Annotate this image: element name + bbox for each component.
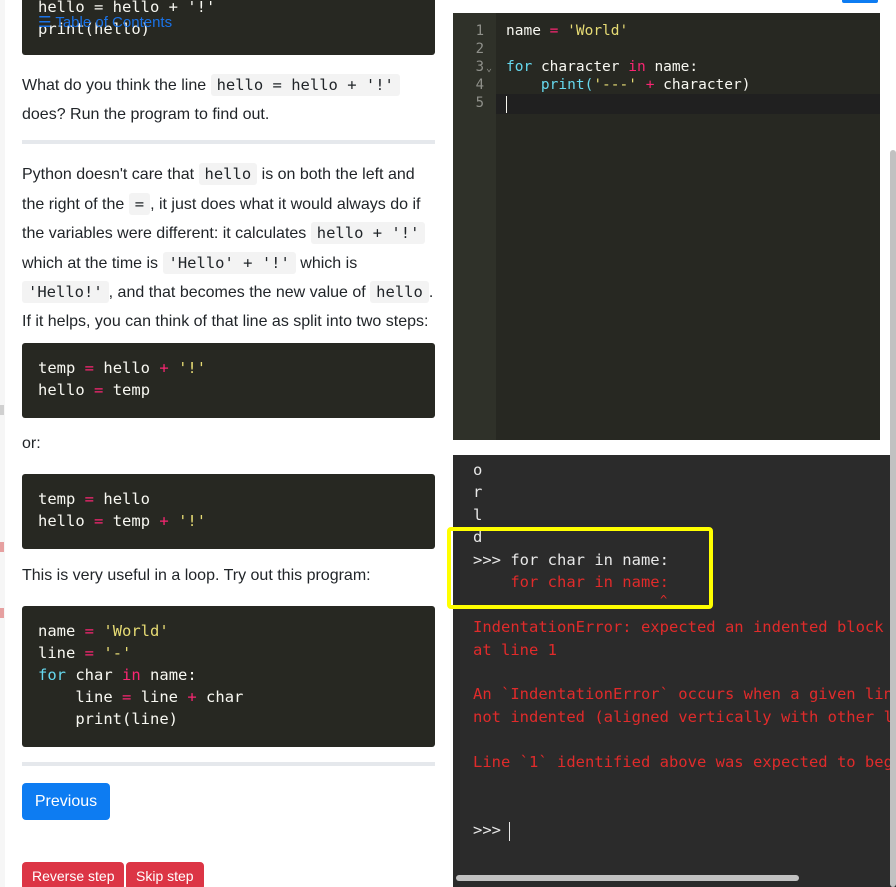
editor-line: for character in name:	[506, 59, 699, 75]
reverse-step-button[interactable]: Reverse step	[22, 862, 125, 887]
console-cursor	[509, 822, 510, 841]
inline-code: hello	[370, 281, 429, 303]
paragraph-text: which at the time is	[22, 254, 159, 272]
console-output[interactable]: o r l d >>> for char in name: for char i…	[453, 455, 896, 887]
paragraph-text: does? Run the program to find out.	[22, 105, 270, 123]
inline-code: 'Hello' + '!'	[162, 251, 296, 274]
or-text: or:	[22, 435, 41, 452]
run-button-edge[interactable]	[842, 0, 878, 3]
page-scrollbar[interactable]	[890, 150, 896, 887]
line-number: 5	[475, 95, 484, 111]
divider	[22, 762, 435, 766]
edge-strip	[0, 0, 5, 887]
error-line: IndentationError: expected an indented b…	[473, 618, 884, 636]
fold-arrow-icon[interactable]: ⌄	[486, 63, 492, 74]
editor-line: print('---' + character)	[540, 77, 751, 93]
table-of-contents-link[interactable]: ☰ Table of Contents	[38, 13, 172, 31]
line-number: 4	[475, 77, 484, 93]
error-line: at line 1	[473, 641, 557, 659]
inline-code: =	[128, 192, 151, 215]
previous-button[interactable]: Previous	[22, 783, 110, 820]
lesson-panel: hello = hello + '!' print(hello) ☰ Table…	[0, 0, 445, 887]
edge-mark	[0, 542, 4, 552]
code-snippet-loop: name = 'World' line = '-' for char in na…	[22, 606, 435, 747]
divider	[22, 140, 435, 144]
paragraph: This is very useful in a loop. Try out t…	[22, 567, 371, 584]
line-number: 2	[475, 41, 484, 57]
paragraph-text: What do you think the line	[22, 77, 207, 94]
console-prompt[interactable]: >>>	[473, 821, 501, 839]
editor-line: name = 'World'	[506, 23, 629, 39]
paragraph-text: Python doesn't care that	[22, 166, 195, 183]
edge-mark	[0, 405, 4, 415]
console-horizontal-scrollbar[interactable]	[456, 875, 799, 881]
output-line: o	[473, 461, 483, 479]
paragraph-text: , and that becomes the new value of	[108, 284, 366, 301]
inline-code: 'Hello!'	[22, 281, 109, 303]
paragraph: Python doesn't care that hello is on bot…	[22, 160, 436, 336]
error-line: An `IndentationError` occurs when a give…	[473, 685, 896, 703]
text-cursor	[506, 96, 507, 113]
code-editor[interactable]: 1 2 3 ⌄ 4 5 name = 'World' for character…	[453, 13, 880, 440]
paragraph: What do you think the line hello = hello…	[22, 71, 436, 129]
line-number: 1	[475, 23, 484, 39]
paragraph-text: which is	[300, 254, 358, 272]
inline-code: hello + '!'	[310, 222, 426, 244]
error-line: Line `1` identified above was expected t…	[473, 753, 896, 771]
output-line: r	[473, 483, 483, 501]
highlight-box	[447, 527, 713, 609]
code-snippet: temp = hello + '!' hello = temp	[22, 343, 435, 418]
inline-code: hello	[198, 163, 258, 185]
edge-mark	[0, 608, 4, 618]
error-line: not indented (aligned vertically with ot…	[473, 708, 896, 726]
active-line-highlight	[496, 94, 880, 114]
output-line: l	[473, 506, 483, 524]
inline-code: hello = hello + '!'	[210, 74, 400, 96]
skip-step-button[interactable]: Skip step	[126, 862, 204, 887]
code-snippet: temp = hello hello = temp + '!'	[22, 474, 435, 549]
